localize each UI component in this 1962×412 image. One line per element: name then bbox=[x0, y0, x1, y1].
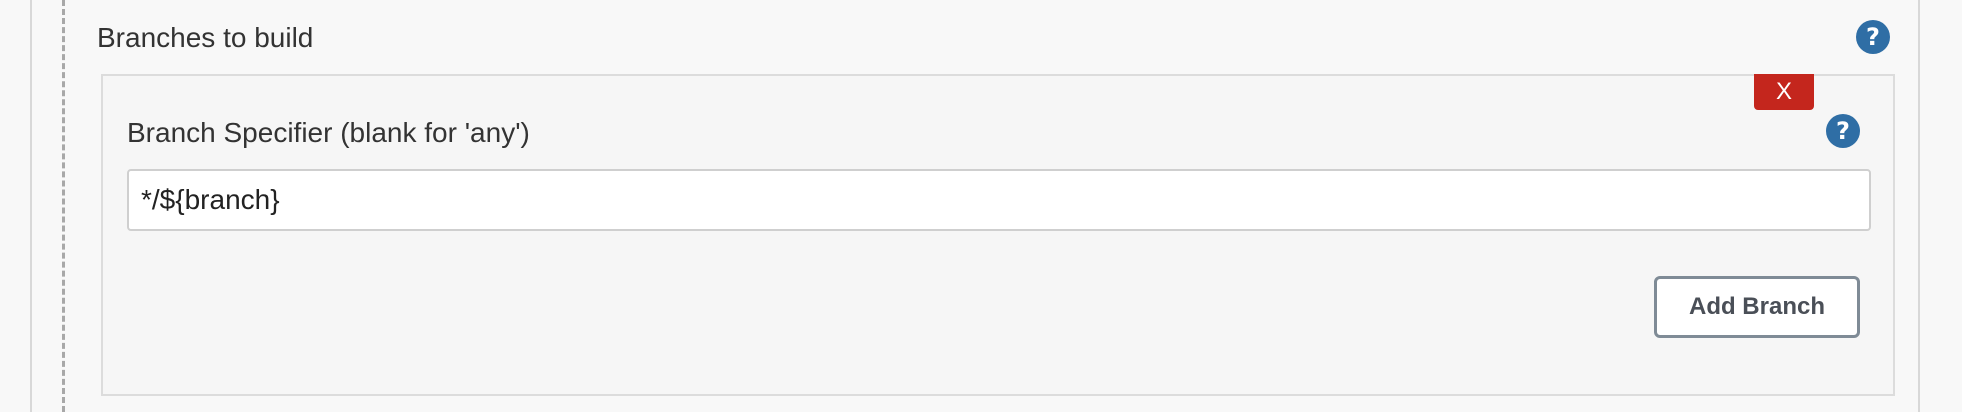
add-branch-button[interactable]: Add Branch bbox=[1654, 276, 1860, 338]
branch-specifier-input[interactable] bbox=[127, 169, 1871, 231]
section-title: Branches to build bbox=[97, 22, 314, 53]
branch-specifier-help-icon[interactable]: ? bbox=[1826, 114, 1860, 148]
branches-config-panel: Branches to build ? X Branch Specifier (… bbox=[0, 0, 1962, 412]
delete-branch-button[interactable]: X bbox=[1754, 74, 1814, 110]
help-icon[interactable]: ? bbox=[1856, 20, 1890, 54]
branch-specifier-label: Branch Specifier (blank for 'any') bbox=[127, 117, 530, 148]
panel-right-border bbox=[1918, 0, 1920, 412]
panel-left-border bbox=[30, 0, 32, 412]
nesting-guide bbox=[62, 0, 65, 412]
